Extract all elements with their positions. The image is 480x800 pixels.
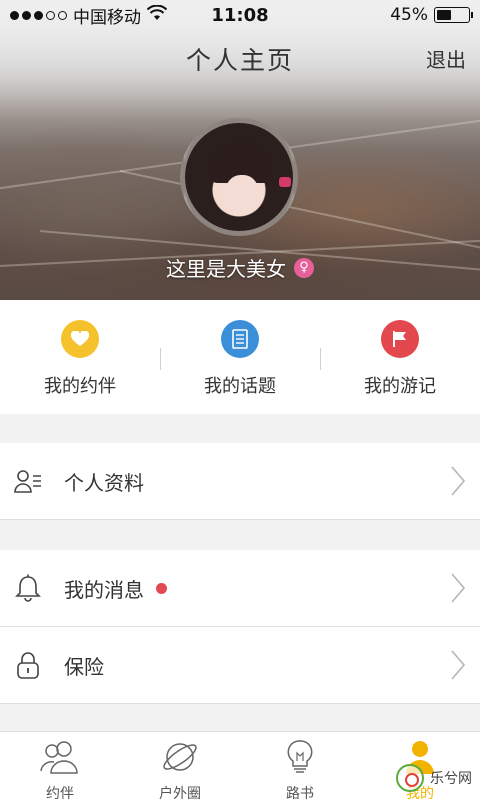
quick-action-my-topics[interactable]: 我的话题: [160, 300, 320, 414]
unread-badge: [156, 582, 167, 594]
tab-companions[interactable]: 约伴: [0, 732, 120, 800]
avatar-face: [225, 175, 259, 215]
lock-icon: [12, 651, 44, 679]
profile-name-row: 这里是大美女 ♀: [0, 253, 480, 282]
page-title: 个人主页: [185, 46, 294, 75]
tab-outdoor-circle[interactable]: 户外圈: [120, 732, 240, 800]
status-bar: 中国移动 11:08 45%: [0, 0, 480, 30]
avatar[interactable]: [180, 118, 298, 236]
chevron-right-icon: [450, 465, 466, 501]
female-gender-icon: ♀: [294, 257, 314, 278]
planet-icon: [160, 739, 200, 779]
users-icon: [38, 739, 82, 779]
quick-action-my-travelogues[interactable]: 我的游记: [320, 300, 480, 414]
avatar-hair-bow: [279, 177, 291, 187]
watermark-text: 乐兮网: [430, 771, 472, 787]
menu-row-label: 我的消息: [64, 577, 144, 602]
quick-actions: 我的约伴 我的话题 我的游记: [0, 300, 480, 414]
bell-icon: [12, 574, 44, 602]
menu-row-messages[interactable]: 我的消息: [0, 550, 480, 626]
profile-name: 这里是大美女: [166, 257, 286, 281]
quick-action-label: 我的游记: [364, 376, 436, 397]
flag-icon: [381, 320, 419, 358]
divider: [0, 519, 480, 520]
logout-button[interactable]: 退出: [426, 44, 466, 73]
document-icon: [221, 320, 259, 358]
quick-action-my-companions[interactable]: 我的约伴: [0, 300, 160, 414]
profile-card-icon: [12, 468, 44, 494]
menu-row-profile[interactable]: 个人资料: [0, 443, 480, 519]
divider: [160, 348, 161, 370]
divider: [320, 348, 321, 370]
menu-row-label: 保险: [64, 654, 104, 679]
quick-action-label: 我的约伴: [44, 376, 116, 397]
tab-roadbook[interactable]: 路书: [240, 732, 360, 800]
quick-action-label: 我的话题: [204, 376, 276, 397]
clock: 11:08: [211, 4, 269, 26]
divider: [0, 703, 480, 704]
tab-label: 约伴: [46, 786, 74, 800]
chevron-right-icon: [450, 572, 466, 608]
lightbulb-icon: [285, 739, 315, 779]
watermark: 乐兮网: [396, 764, 472, 792]
tab-label: 路书: [286, 786, 314, 800]
battery-icon: [434, 7, 473, 23]
watermark-logo: [396, 764, 424, 792]
tab-label: 户外圈: [159, 786, 201, 800]
navigation-bar: 个人主页 退出: [0, 30, 480, 88]
chevron-right-icon: [450, 649, 466, 685]
menu-row-insurance[interactable]: 保险: [0, 627, 480, 703]
heart-icon: [61, 320, 99, 358]
battery-fill: [437, 10, 451, 20]
menu-row-label: 个人资料: [64, 470, 144, 495]
